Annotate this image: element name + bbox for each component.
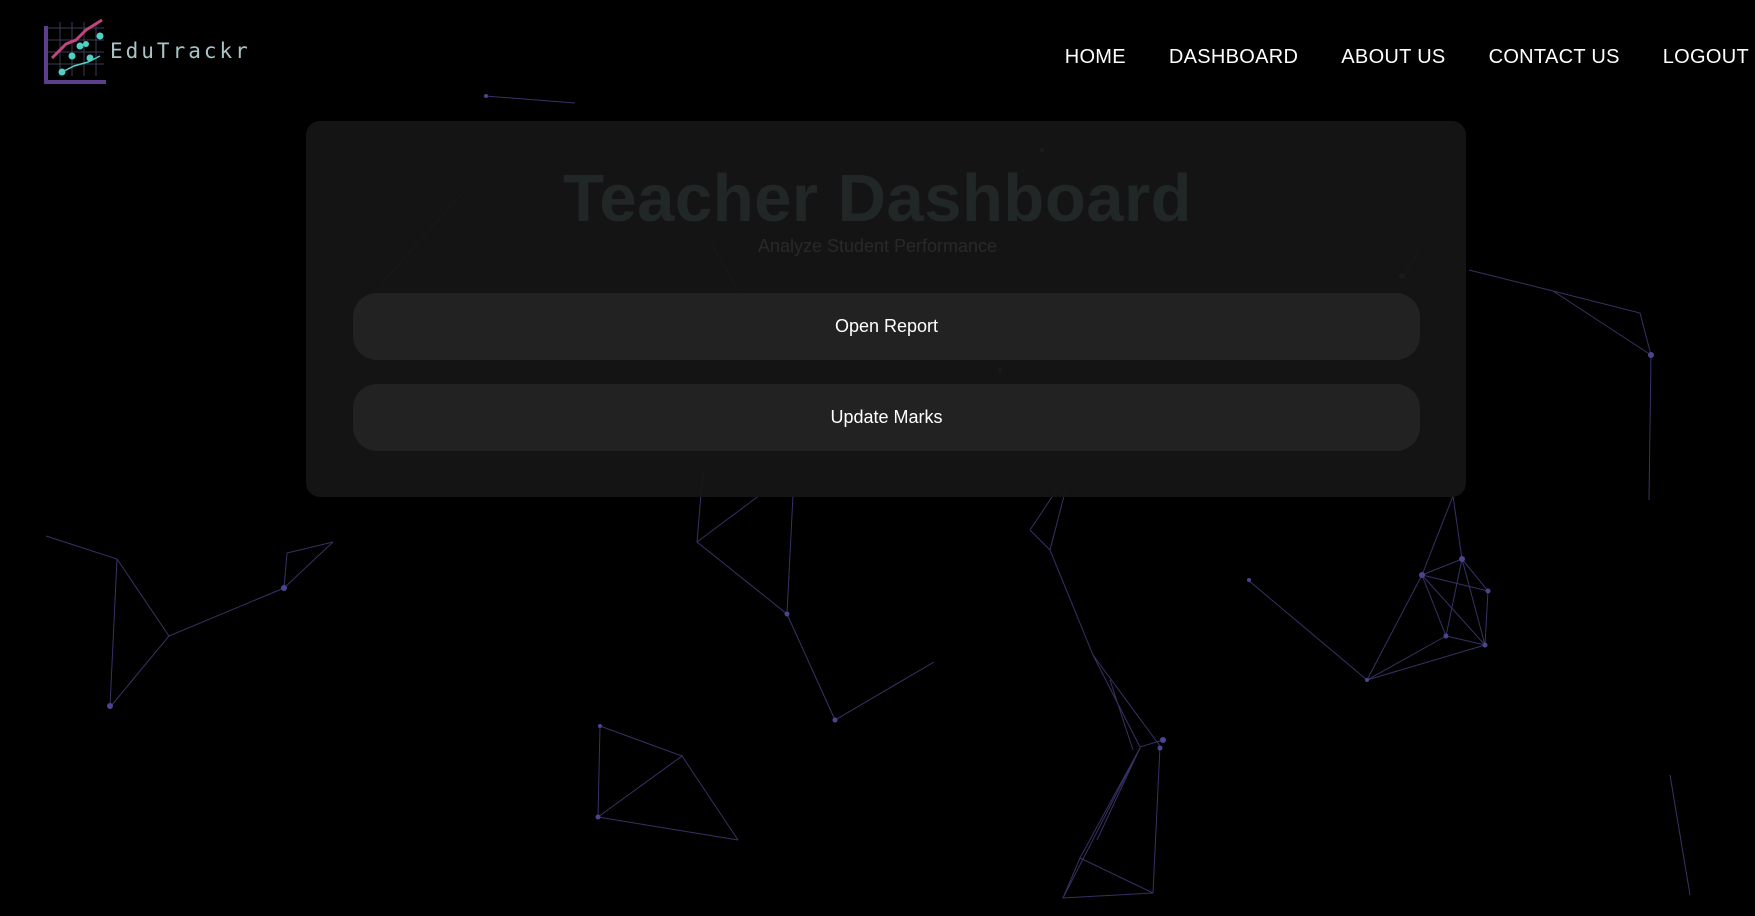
- nav-link-dashboard[interactable]: DASHBOARD: [1169, 46, 1298, 69]
- page: EduTrackr HOME DASHBOARD ABOUT US CONTAC…: [0, 0, 1755, 916]
- open-report-button[interactable]: Open Report: [353, 293, 1420, 360]
- logo-link[interactable]: EduTrackr: [44, 18, 251, 86]
- logo-chart-icon: [44, 18, 106, 84]
- nav-link-logout[interactable]: LOGOUT: [1663, 46, 1749, 69]
- update-marks-button[interactable]: Update Marks: [353, 384, 1420, 451]
- nav-link-home[interactable]: HOME: [1065, 46, 1126, 69]
- top-header: EduTrackr HOME DASHBOARD ABOUT US CONTAC…: [0, 0, 1755, 110]
- nav-link-about-us[interactable]: ABOUT US: [1341, 46, 1445, 69]
- main-nav: HOME DASHBOARD ABOUT US CONTACT US LOGOU…: [1065, 46, 1749, 69]
- dashboard-card: Open Report Update Marks: [306, 121, 1466, 497]
- nav-link-contact-us[interactable]: CONTACT US: [1489, 46, 1620, 69]
- logo-text: EduTrackr: [110, 39, 251, 63]
